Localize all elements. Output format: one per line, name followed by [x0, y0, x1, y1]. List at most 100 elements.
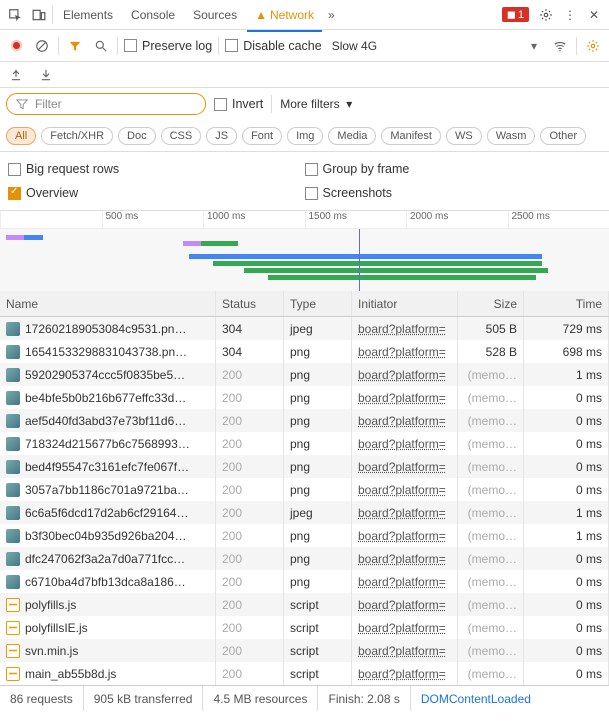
settings-gear-icon[interactable]	[535, 4, 557, 26]
col-name: Name	[0, 291, 216, 316]
filter-pill-img[interactable]: Img	[287, 127, 323, 145]
more-tabs-button[interactable]: »	[324, 8, 339, 22]
request-time: 0 ms	[524, 432, 609, 455]
table-header[interactable]: Name Status Type Initiator Size Time	[0, 291, 609, 317]
tab-elements[interactable]: Elements	[55, 4, 121, 26]
request-type: png	[284, 409, 352, 432]
filter-pill-wasm[interactable]: Wasm	[487, 127, 536, 145]
filter-pill-css[interactable]: CSS	[161, 127, 202, 145]
kebab-menu-icon[interactable]: ⋮	[559, 4, 581, 26]
filter-pill-fetchxhr[interactable]: Fetch/XHR	[41, 127, 113, 145]
throttling-dropdown-icon[interactable]: ▾	[524, 36, 544, 56]
status-finish: Finish: 2.08 s	[318, 686, 410, 711]
request-row[interactable]: b3f30bec04b935d926ba204…200pngboard?plat…	[0, 524, 609, 547]
col-type: Type	[284, 291, 352, 316]
request-type: png	[284, 570, 352, 593]
tab-console[interactable]: Console	[123, 4, 183, 26]
filter-pill-manifest[interactable]: Manifest	[381, 127, 441, 145]
request-initiator: board?platform=	[358, 437, 446, 451]
timeline-tick: 2000 ms	[406, 211, 508, 228]
tab-sources[interactable]: Sources	[185, 4, 245, 26]
group-by-frame-checkbox[interactable]: Group by frame	[305, 162, 602, 176]
request-row[interactable]: 59202905374ccc5f0835be5…200pngboard?plat…	[0, 363, 609, 386]
request-initiator: board?platform=	[358, 667, 446, 681]
request-time: 1 ms	[524, 363, 609, 386]
status-transferred: 905 kB transferred	[84, 686, 204, 711]
status-requests: 86 requests	[0, 686, 84, 711]
request-row[interactable]: polyfillsIE.js200scriptboard?platform=(m…	[0, 616, 609, 639]
filter-pill-other[interactable]: Other	[540, 127, 586, 145]
request-time: 0 ms	[524, 409, 609, 432]
preserve-log-checkbox[interactable]: Preserve log	[124, 39, 212, 53]
request-size: (memo…	[458, 593, 524, 616]
col-initiator: Initiator	[352, 291, 458, 316]
screenshots-checkbox[interactable]: Screenshots	[305, 186, 602, 200]
request-row[interactable]: 6c6a5f6dcd17d2ab6cf29164…200jpegboard?pl…	[0, 501, 609, 524]
request-size: (memo…	[458, 386, 524, 409]
throttling-select[interactable]: Slow 4G	[332, 39, 377, 53]
file-icon	[6, 506, 20, 520]
network-conditions-icon[interactable]	[550, 36, 570, 56]
file-icon	[6, 667, 20, 681]
filter-input[interactable]: Filter	[6, 93, 206, 115]
request-status: 200	[216, 478, 284, 501]
error-count-badge[interactable]: ◼1	[502, 7, 529, 22]
filter-pill-doc[interactable]: Doc	[118, 127, 156, 145]
request-row[interactable]: 172602189053084c9531.pn…304jpegboard?pla…	[0, 317, 609, 340]
filter-pill-all[interactable]: All	[6, 127, 36, 145]
overview-timeline[interactable]: 500 ms1000 ms1500 ms2000 ms2500 ms	[0, 211, 609, 291]
request-row[interactable]: bed4f95547c3161efc7fe067f…200pngboard?pl…	[0, 455, 609, 478]
request-initiator: board?platform=	[358, 575, 446, 589]
request-status: 200	[216, 363, 284, 386]
request-initiator: board?platform=	[358, 414, 446, 428]
disable-cache-checkbox[interactable]: Disable cache	[225, 39, 322, 53]
filter-pill-js[interactable]: JS	[206, 127, 237, 145]
request-type: script	[284, 662, 352, 685]
request-name: 59202905374ccc5f0835be5…	[25, 368, 185, 382]
status-resources: 4.5 MB resources	[203, 686, 318, 711]
request-type: png	[284, 455, 352, 478]
request-name: 3057a7bb1186c701a9721ba…	[25, 483, 189, 497]
request-row[interactable]: dfc247062f3a2a7d0a771fcc…200pngboard?pla…	[0, 547, 609, 570]
request-status: 200	[216, 593, 284, 616]
request-row[interactable]: c6710ba4d7bfb13dca8a186…200pngboard?plat…	[0, 570, 609, 593]
request-row[interactable]: 3057a7bb1186c701a9721ba…200pngboard?plat…	[0, 478, 609, 501]
request-name: 172602189053084c9531.pn…	[25, 322, 186, 336]
filter-pill-font[interactable]: Font	[242, 127, 282, 145]
filter-pill-media[interactable]: Media	[328, 127, 376, 145]
close-devtools-icon[interactable]: ✕	[583, 4, 605, 26]
invert-checkbox[interactable]: Invert	[214, 97, 263, 111]
network-toolbar: Preserve log Disable cache Slow 4G ▾	[0, 30, 609, 62]
request-type: jpeg	[284, 501, 352, 524]
request-row[interactable]: 718324d215677b6c7568993…200pngboard?plat…	[0, 432, 609, 455]
request-row[interactable]: svn.min.js200scriptboard?platform=(memo……	[0, 639, 609, 662]
request-row[interactable]: main_ab55b8d.js200scriptboard?platform=(…	[0, 662, 609, 685]
filter-pill-ws[interactable]: WS	[446, 127, 482, 145]
import-har-icon[interactable]	[36, 65, 56, 85]
request-size: 505 B	[458, 317, 524, 340]
device-toolbar-icon[interactable]	[28, 4, 50, 26]
network-settings-icon[interactable]	[583, 36, 603, 56]
status-domcontentloaded[interactable]: DOMContentLoaded	[411, 686, 541, 711]
tab-network[interactable]: ▲Network	[247, 4, 322, 26]
request-size: (memo…	[458, 501, 524, 524]
request-row[interactable]: 16541533298831043738.pn…304pngboard?plat…	[0, 340, 609, 363]
inspect-icon[interactable]	[4, 4, 26, 26]
filter-toggle-icon[interactable]	[65, 36, 85, 56]
request-initiator: board?platform=	[358, 621, 446, 635]
request-type-filters: All Fetch/XHR Doc CSSJS Font Img Media Manifest…	[0, 120, 609, 152]
overview-checkbox[interactable]: Overview	[8, 186, 305, 200]
search-icon[interactable]	[91, 36, 111, 56]
request-time: 0 ms	[524, 547, 609, 570]
request-row[interactable]: be4bfe5b0b216b677effc33d…200pngboard?pla…	[0, 386, 609, 409]
request-row[interactable]: aef5d40fd3abd37e73bf11d6…200pngboard?pla…	[0, 409, 609, 432]
request-size: (memo…	[458, 547, 524, 570]
request-type: script	[284, 639, 352, 662]
request-time: 0 ms	[524, 639, 609, 662]
more-filters-dropdown[interactable]: More filters ▾	[280, 97, 352, 111]
big-request-rows-checkbox[interactable]: Big request rows	[8, 162, 305, 176]
request-row[interactable]: polyfills.js200scriptboard?platform=(mem…	[0, 593, 609, 616]
clear-button[interactable]	[32, 36, 52, 56]
record-button[interactable]	[6, 36, 26, 56]
export-har-icon[interactable]	[6, 65, 26, 85]
